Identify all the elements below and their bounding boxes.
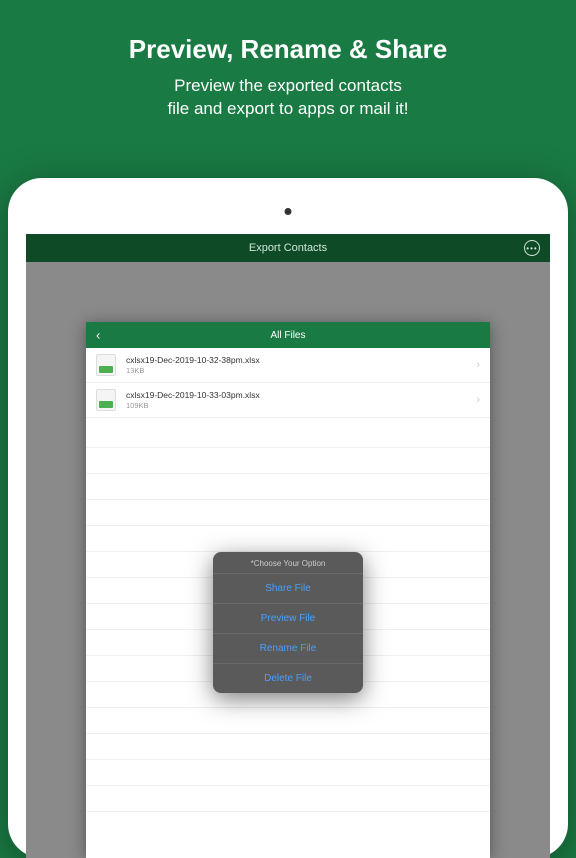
- hero-subtitle: Preview the exported contacts file and e…: [40, 75, 536, 121]
- popup-title: *Choose Your Option: [213, 552, 363, 573]
- hero-text: Preview, Rename & Share Preview the expo…: [0, 0, 576, 141]
- file-size: 13KB: [126, 366, 260, 375]
- back-icon[interactable]: ‹: [96, 329, 100, 342]
- xlsx-file-icon: [96, 389, 116, 411]
- files-card: ‹ All Files cxlsx19-Dec-2019-10-32-38pm.…: [86, 322, 490, 858]
- app-top-bar: Export Contacts •••: [26, 234, 550, 262]
- delete-file-button[interactable]: Delete File: [213, 663, 363, 693]
- more-icon[interactable]: •••: [524, 240, 540, 256]
- share-file-button[interactable]: Share File: [213, 573, 363, 603]
- file-row[interactable]: cxlsx19-Dec-2019-10-33-03pm.xlsx 109KB ›: [86, 383, 490, 418]
- file-row[interactable]: cxlsx19-Dec-2019-10-32-38pm.xlsx 13KB ›: [86, 348, 490, 383]
- file-info: cxlsx19-Dec-2019-10-32-38pm.xlsx 13KB: [126, 355, 260, 375]
- app-title: Export Contacts: [249, 242, 327, 254]
- card-title: All Files: [270, 330, 305, 341]
- file-name: cxlsx19-Dec-2019-10-33-03pm.xlsx: [126, 390, 260, 400]
- rename-file-button[interactable]: Rename File: [213, 633, 363, 663]
- chevron-right-icon: ›: [476, 359, 480, 371]
- xlsx-file-icon: [96, 354, 116, 376]
- file-info: cxlsx19-Dec-2019-10-33-03pm.xlsx 109KB: [126, 390, 260, 410]
- card-header: ‹ All Files: [86, 322, 490, 348]
- file-size: 109KB: [126, 401, 260, 410]
- chevron-right-icon: ›: [476, 394, 480, 406]
- action-popup: *Choose Your Option Share File Preview F…: [213, 552, 363, 693]
- tablet-camera: [285, 208, 292, 215]
- preview-file-button[interactable]: Preview File: [213, 603, 363, 633]
- file-name: cxlsx19-Dec-2019-10-32-38pm.xlsx: [126, 355, 260, 365]
- hero-title: Preview, Rename & Share: [40, 34, 536, 65]
- tablet-frame: Export Contacts ••• ‹ All Files cxlsx19-…: [8, 178, 568, 858]
- tablet-screen: Export Contacts ••• ‹ All Files cxlsx19-…: [26, 234, 550, 858]
